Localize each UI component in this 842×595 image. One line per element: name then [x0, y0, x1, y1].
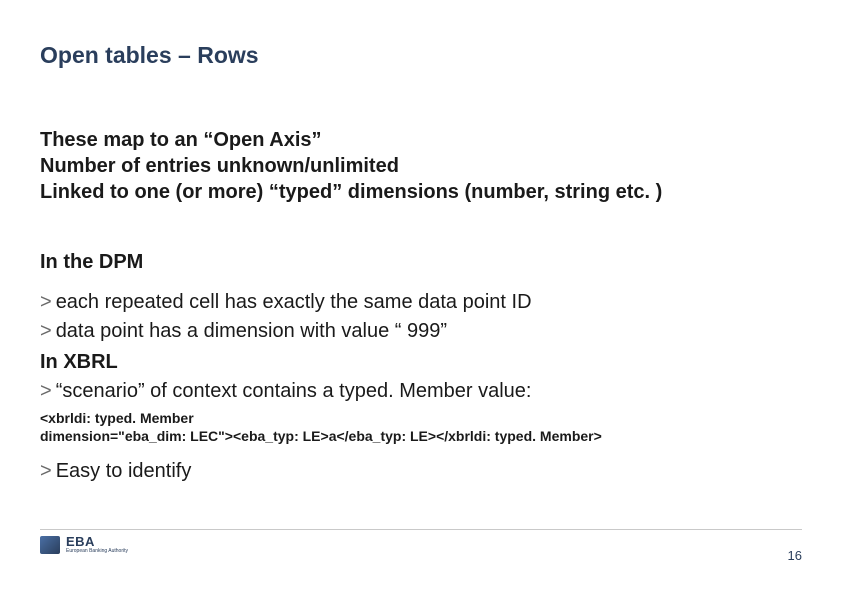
xbrl-bullet-2-text: Easy to identify: [56, 460, 192, 482]
chevron-icon: >: [40, 380, 52, 402]
xbrl-code: <xbrldi: typed. Member dimension="eba_di…: [40, 410, 802, 445]
eba-logo-abbr: EBA: [66, 535, 128, 548]
intro-line-2: Number of entries unknown/unlimited: [40, 153, 802, 179]
footer: EBA European Banking Authority 16: [40, 529, 802, 563]
xbrl-bullet-2: >Easy to identify: [40, 457, 802, 486]
footer-divider: [40, 529, 802, 530]
chevron-icon: >: [40, 320, 52, 342]
intro-line-1: These map to an “Open Axis”: [40, 127, 802, 153]
eba-logo-text: EBA European Banking Authority: [66, 535, 128, 555]
xbrl-bullet-1-text: “scenario” of context contains a typed. …: [56, 380, 532, 402]
slide: Open tables – Rows These map to an “Open…: [0, 0, 842, 595]
slide-title: Open tables – Rows: [40, 42, 802, 69]
eba-logo-mark-icon: [40, 536, 60, 554]
eba-logo-sub: European Banking Authority: [66, 549, 128, 555]
page-number: 16: [788, 548, 802, 563]
intro-line-3: Linked to one (or more) “typed” dimensio…: [40, 179, 802, 205]
eba-logo: EBA European Banking Authority: [40, 535, 128, 555]
xbrl-bullet-1: >“scenario” of context contains a typed.…: [40, 377, 802, 406]
chevron-icon: >: [40, 460, 52, 482]
dpm-bullet-1-text: each repeated cell has exactly the same …: [56, 291, 532, 313]
dpm-bullet-2: >data point has a dimension with value “…: [40, 317, 802, 346]
xbrl-code-line-1: <xbrldi: typed. Member: [40, 410, 802, 428]
chevron-icon: >: [40, 291, 52, 313]
dpm-bullet-1: >each repeated cell has exactly the same…: [40, 288, 802, 317]
xbrl-heading: In XBRL: [40, 348, 802, 377]
xbrl-code-line-2: dimension="eba_dim: LEC"><eba_typ: LE>a<…: [40, 428, 802, 446]
dpm-bullet-2-text: data point has a dimension with value “ …: [56, 320, 447, 342]
intro-block: These map to an “Open Axis” Number of en…: [40, 127, 802, 205]
dpm-heading: In the DPM: [40, 251, 802, 274]
